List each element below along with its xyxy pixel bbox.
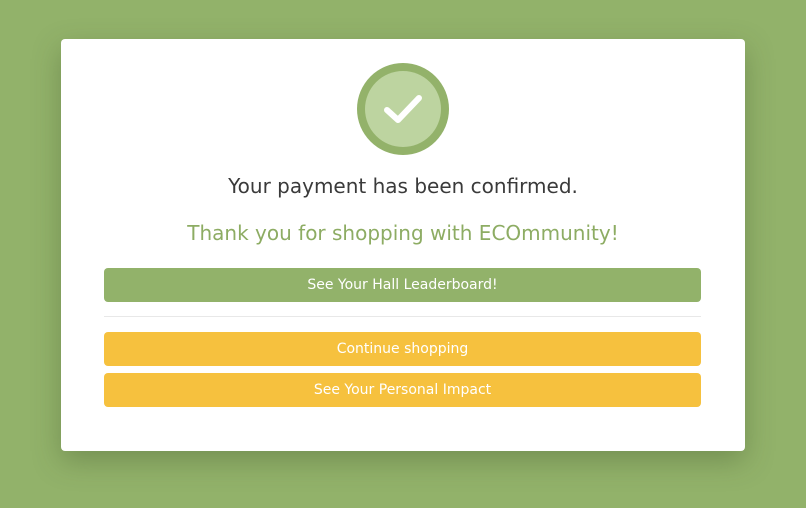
success-badge: [357, 63, 449, 155]
divider: [104, 316, 701, 317]
payment-confirmed-message: Your payment has been confirmed.: [228, 174, 578, 198]
see-personal-impact-button[interactable]: See Your Personal Impact: [104, 373, 701, 407]
success-badge-inner: [365, 71, 441, 147]
continue-shopping-button[interactable]: Continue shopping: [104, 332, 701, 366]
thank-you-message: Thank you for shopping with ECOmmunity!: [187, 221, 619, 245]
payment-confirmation-card: Your payment has been confirmed. Thank y…: [61, 39, 745, 451]
see-hall-leaderboard-button[interactable]: See Your Hall Leaderboard!: [104, 268, 701, 302]
checkmark-icon: [384, 95, 422, 123]
